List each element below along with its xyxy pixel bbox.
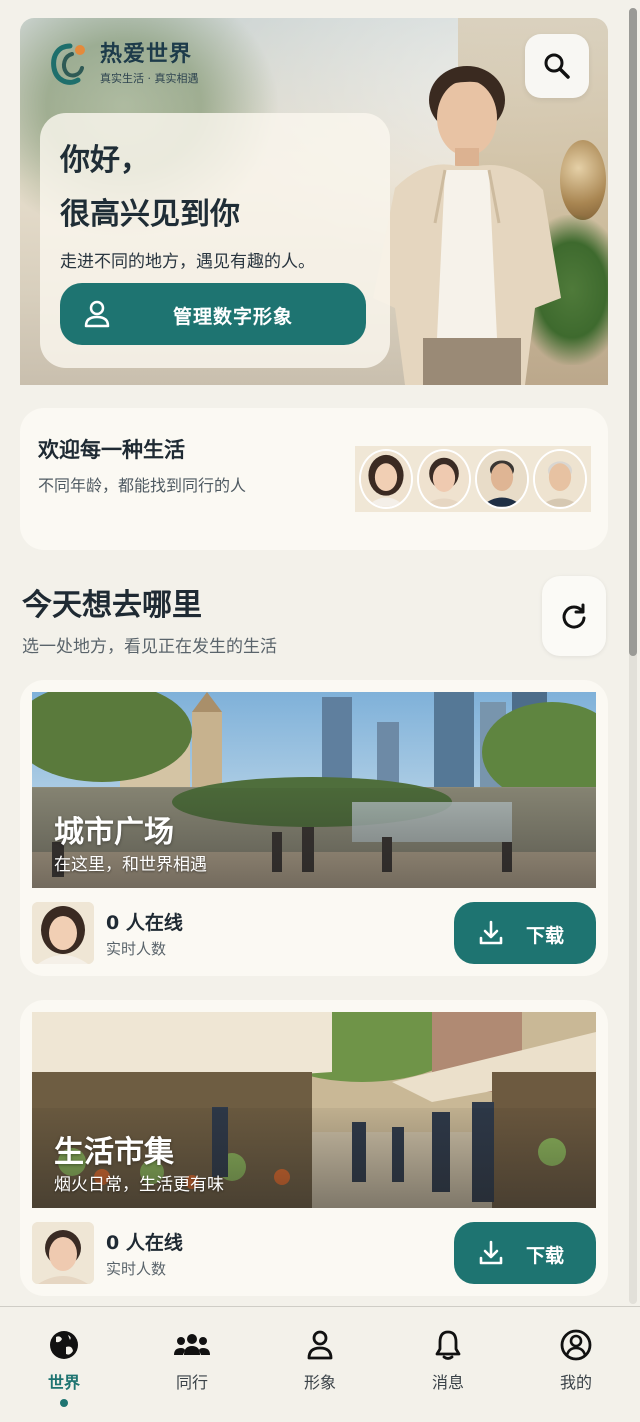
search-icon xyxy=(544,53,570,79)
greeting-intro: 走进不同的地方，遇见有趣的人。 xyxy=(60,252,315,272)
welcome-card: 欢迎每一种生活 不同年龄，都能找到同行的人 xyxy=(20,408,608,550)
place-name: 生活市集 xyxy=(54,1135,174,1170)
refresh-icon xyxy=(562,603,586,629)
download-icon xyxy=(479,920,503,945)
online-count: 0 人在线 xyxy=(106,912,183,934)
nav-label: 形象 xyxy=(303,1373,336,1392)
manage-avatar-button[interactable]: 管理数字形象 xyxy=(60,283,366,345)
nav-label: 同行 xyxy=(175,1373,208,1392)
place-image: 生活市集 烟火日常，生活更有味 xyxy=(32,1012,596,1208)
place-name: 城市广场 xyxy=(54,815,174,850)
nav-item-world[interactable]: 世界 xyxy=(0,1307,128,1422)
group-icon xyxy=(174,1334,210,1355)
place-tagline: 烟火日常，生活更有味 xyxy=(54,1175,224,1195)
age-avatars-strip xyxy=(355,446,591,512)
avatar xyxy=(417,449,471,509)
nav-item-avatar[interactable]: 形象 xyxy=(256,1307,384,1422)
welcome-title: 欢迎每一种生活 xyxy=(38,438,185,462)
hero-person-image xyxy=(373,66,561,385)
greeting-line-1: 你好， xyxy=(60,143,150,178)
logo-icon xyxy=(51,43,85,85)
refresh-button[interactable] xyxy=(542,576,606,656)
avatar xyxy=(533,449,587,509)
avatar xyxy=(475,449,529,509)
bell-icon xyxy=(435,1330,461,1360)
place-card[interactable]: 生活市集 烟火日常，生活更有味 0 人在线 实时人数 下载 xyxy=(20,1000,608,1296)
nav-label: 世界 xyxy=(47,1373,80,1392)
online-count-label: 实时人数 xyxy=(106,1260,167,1278)
search-button[interactable] xyxy=(525,34,589,98)
online-count: 0 人在线 xyxy=(106,1232,183,1254)
download-icon xyxy=(479,1240,503,1265)
hero-background-sculpture xyxy=(560,140,606,220)
download-label: 下载 xyxy=(526,925,565,947)
online-user-avatar xyxy=(32,1222,94,1284)
place-tagline: 在这里，和世界相遇 xyxy=(54,855,207,875)
place-card[interactable]: 城市广场 在这里，和世界相遇 0 人在线 实时人数 下载 xyxy=(20,680,608,976)
online-user-avatar xyxy=(32,902,94,964)
nav-label: 我的 xyxy=(559,1373,592,1392)
person-icon xyxy=(307,1330,333,1360)
section-subtitle: 选一处地方，看见正在发生的生活 xyxy=(22,637,277,657)
nav-label: 消息 xyxy=(431,1373,464,1392)
hero-banner: 热爱世界 真实生活 · 真实相遇 你好， 很高兴见到你 走进不同的地方，遇见有趣… xyxy=(20,18,608,385)
welcome-subtitle: 不同年龄，都能找到同行的人 xyxy=(38,476,247,495)
scrollbar-thumb[interactable] xyxy=(629,8,637,656)
download-button[interactable]: 下载 xyxy=(454,1222,596,1284)
globe-icon xyxy=(50,1331,78,1359)
nav-item-companions[interactable]: 同行 xyxy=(128,1307,256,1422)
bottom-nav: 世界 同行 形象 消息 我的 xyxy=(0,1306,640,1422)
app-slogan: 真实生活 · 真实相遇 xyxy=(100,72,199,85)
greeting-card: 你好， 很高兴见到你 走进不同的地方，遇见有趣的人。 管理数字形象 xyxy=(40,113,390,368)
active-indicator xyxy=(60,1399,68,1407)
nav-item-me[interactable]: 我的 xyxy=(512,1307,640,1422)
profile-circle-icon xyxy=(560,1329,592,1361)
manage-avatar-label: 管理数字形象 xyxy=(172,306,293,328)
scrollbar[interactable] xyxy=(629,8,637,1304)
avatar xyxy=(359,449,413,509)
nav-item-messages[interactable]: 消息 xyxy=(384,1307,512,1422)
greeting-line-2: 很高兴见到你 xyxy=(60,197,240,232)
online-count-label: 实时人数 xyxy=(106,940,167,958)
app-logo: 热爱世界 真实生活 · 真实相遇 xyxy=(50,40,199,88)
download-label: 下载 xyxy=(526,1245,565,1267)
place-image: 城市广场 在这里，和世界相遇 xyxy=(32,692,596,888)
download-button[interactable]: 下载 xyxy=(454,902,596,964)
section-title: 今天想去哪里 xyxy=(22,588,202,623)
app-name: 热爱世界 xyxy=(100,41,193,67)
